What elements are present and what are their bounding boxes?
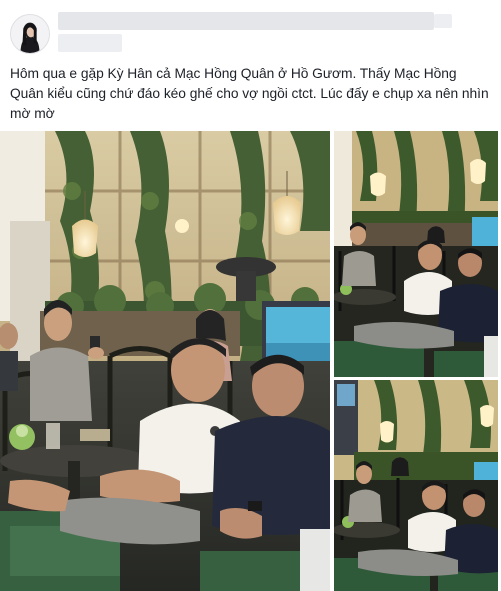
- photo-bottom-right-image: [334, 380, 498, 591]
- author-name-blurred[interactable]: [58, 12, 434, 30]
- author-name-blurred-tail: [434, 14, 452, 28]
- avatar-image: [11, 15, 49, 53]
- avatar[interactable]: [10, 14, 50, 54]
- photo-bottom-right[interactable]: [334, 380, 498, 591]
- facebook-post: Hôm qua e gặp Kỳ Hân cả Mạc Hồng Quân ở …: [0, 0, 501, 591]
- photo-main[interactable]: [0, 131, 330, 591]
- photo-top-right[interactable]: [334, 131, 498, 377]
- post-text: Hôm qua e gặp Kỳ Hân cả Mạc Hồng Quân ở …: [10, 66, 489, 121]
- photo-main-image: [0, 131, 330, 591]
- photo-top-right-image: [334, 131, 498, 377]
- post-timestamp-blurred[interactable]: [58, 34, 122, 52]
- post-header: [0, 0, 501, 58]
